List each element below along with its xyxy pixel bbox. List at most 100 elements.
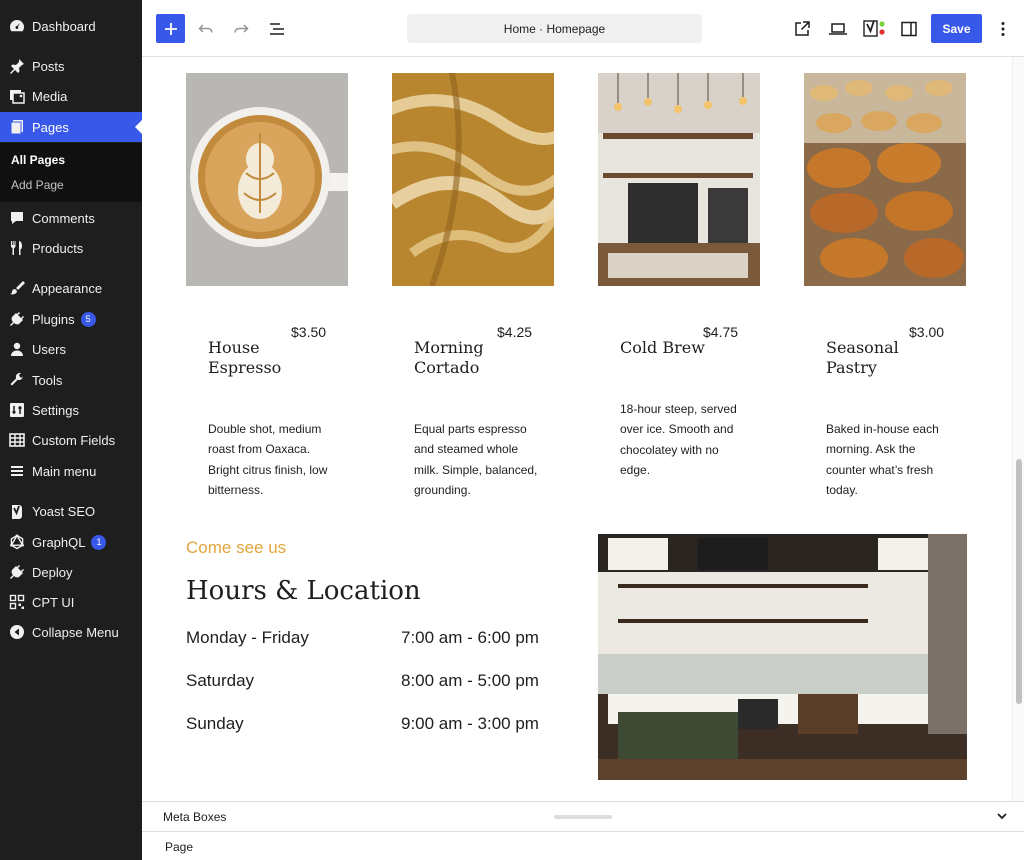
redo-icon	[234, 24, 249, 33]
coffee-bar-image	[598, 73, 760, 286]
external-link-icon	[795, 21, 810, 36]
cafe-interior-image	[598, 534, 967, 780]
editor-canvas[interactable]: House Espresso $3.50 Double shot, medium…	[142, 57, 1012, 801]
sidebar-item-tools[interactable]: Tools	[0, 365, 142, 395]
sidebar-item-users[interactable]: Users	[0, 334, 142, 364]
comment-icon	[8, 209, 26, 227]
view-page-button[interactable]	[790, 17, 814, 41]
plus-icon	[164, 22, 177, 35]
product-name: Cold Brew	[620, 338, 705, 357]
sidebar-item-graphql[interactable]: GraphQL 1	[0, 527, 142, 557]
sidebar-item-label: Yoast SEO	[32, 503, 96, 519]
sidebar-item-label: Appearance	[32, 280, 103, 296]
sidebar-item-label: Posts	[32, 58, 65, 74]
sidebar-item-media[interactable]: Media	[0, 81, 142, 111]
sidebar-item-plugins[interactable]: Plugins 5	[0, 304, 142, 334]
sidebar-item-cpt-ui[interactable]: CPT UI	[0, 587, 142, 617]
sidebar-item-appearance[interactable]: Appearance	[0, 273, 142, 303]
product-price: $4.75	[703, 324, 739, 340]
sidebar-item-label: Settings	[32, 402, 79, 418]
document-overview-button[interactable]	[265, 17, 289, 41]
options-menu-button[interactable]	[991, 17, 1015, 41]
redo-button[interactable]	[229, 17, 253, 41]
sidebar-item-settings[interactable]: Settings	[0, 395, 142, 425]
product-card[interactable]: House Espresso $3.50 Double shot, medium…	[186, 73, 348, 497]
sidebar-item-label: Custom Fields	[32, 432, 116, 448]
list-view-icon	[270, 23, 284, 35]
product-name: Morning Cortado	[414, 338, 484, 377]
sidebar-item-pages[interactable]: Pages	[0, 112, 142, 142]
product-description: Double shot, medium roast from Oaxaca. B…	[208, 422, 328, 497]
submenu-add-page[interactable]: Add Page	[11, 178, 64, 192]
dashboard-icon	[8, 17, 26, 35]
hours-day: Saturday	[186, 671, 255, 690]
save-button[interactable]: Save	[931, 14, 982, 43]
canvas-scrollbar[interactable]	[1012, 57, 1024, 801]
undo-button[interactable]	[194, 17, 218, 41]
yoast-icon	[8, 502, 26, 520]
plugin-icon	[8, 310, 26, 328]
hours-time: 8:00 am - 5:00 pm	[401, 671, 539, 690]
plugin-icon	[8, 563, 26, 581]
pages-icon	[8, 118, 26, 136]
meta-boxes-panel[interactable]: Meta Boxes	[142, 801, 1024, 831]
product-description: Equal parts espresso and steamed whole m…	[414, 422, 538, 497]
more-vertical-icon	[1001, 22, 1005, 36]
sidebar-item-yoast-seo[interactable]: Yoast SEO	[0, 496, 142, 526]
admin-sidebar: Dashboard Posts Media Pages All Pages Ad…	[0, 0, 142, 860]
sidebar-item-comments[interactable]: Comments	[0, 203, 142, 233]
sidebar-item-products[interactable]: Products	[0, 233, 142, 263]
meta-boxes-label: Meta Boxes	[163, 810, 227, 824]
yoast-seo-icon	[863, 20, 885, 37]
user-icon	[8, 340, 26, 358]
editor-toolbar: Home · Homepage Save	[142, 0, 1024, 57]
block-breadcrumb-bar: Page	[142, 831, 1024, 860]
sidebar-item-collapse-menu[interactable]: Collapse Menu	[0, 617, 142, 647]
resize-handle[interactable]	[554, 815, 612, 819]
sidebar-item-label: Deploy	[32, 564, 73, 580]
media-icon	[8, 87, 26, 105]
brush-icon	[8, 279, 26, 297]
sidebar-item-posts[interactable]: Posts	[0, 51, 142, 81]
sidebar-item-main-menu[interactable]: Main menu	[0, 456, 142, 486]
pages-submenu: All Pages Add Page	[0, 143, 142, 202]
plugins-update-badge: 5	[80, 311, 96, 327]
sidebar-item-dashboard[interactable]: Dashboard	[0, 11, 142, 41]
table-icon	[8, 431, 26, 449]
chevron-down-icon	[997, 813, 1007, 820]
submenu-all-pages[interactable]: All Pages	[11, 153, 65, 167]
menu-icon	[8, 462, 26, 480]
breadcrumb-page[interactable]: Page	[165, 840, 193, 854]
sidebar-item-label: CPT UI	[32, 594, 75, 610]
sidebar-item-custom-fields[interactable]: Custom Fields	[0, 425, 142, 455]
sidebar-item-deploy[interactable]: Deploy	[0, 557, 142, 587]
sidebar-item-label: Collapse Menu	[32, 624, 119, 640]
product-price: $3.50	[291, 324, 327, 340]
qr-icon	[8, 593, 26, 611]
add-block-button[interactable]	[156, 14, 185, 43]
hours-day: Sunday	[186, 714, 244, 733]
scrollbar-thumb[interactable]	[1016, 459, 1022, 704]
document-title-bar[interactable]: Home · Homepage	[407, 14, 702, 43]
settings-sidebar-toggle[interactable]	[897, 17, 921, 41]
sidebar-item-label: Plugins	[32, 311, 75, 327]
product-card[interactable]: Seasonal Pastry $3.00 Baked in-house eac…	[804, 73, 966, 497]
product-card[interactable]: Morning Cortado $4.25 Equal parts espres…	[392, 73, 554, 497]
sidebar-item-label: Media	[32, 88, 68, 104]
hours-eyebrow: Come see us	[186, 538, 287, 557]
sidebar-item-label: Pages	[32, 119, 69, 135]
product-price: $4.25	[497, 324, 533, 340]
pin-icon	[8, 57, 26, 75]
utensils-icon	[8, 239, 26, 257]
hours-day: Monday - Friday	[186, 628, 309, 647]
meta-boxes-toggle[interactable]	[995, 809, 1009, 828]
yoast-seo-button[interactable]	[861, 17, 889, 41]
product-name: House Espresso	[208, 338, 282, 377]
latte-art-image	[186, 73, 348, 286]
sidebar-item-label: Comments	[32, 210, 95, 226]
pastries-image	[804, 73, 966, 286]
sidebar-panel-icon	[901, 21, 917, 37]
sidebar-item-label: Tools	[32, 372, 63, 388]
product-card[interactable]: Cold Brew $4.75 18-hour steep, served ov…	[598, 73, 760, 477]
preview-device-button[interactable]	[826, 17, 850, 41]
